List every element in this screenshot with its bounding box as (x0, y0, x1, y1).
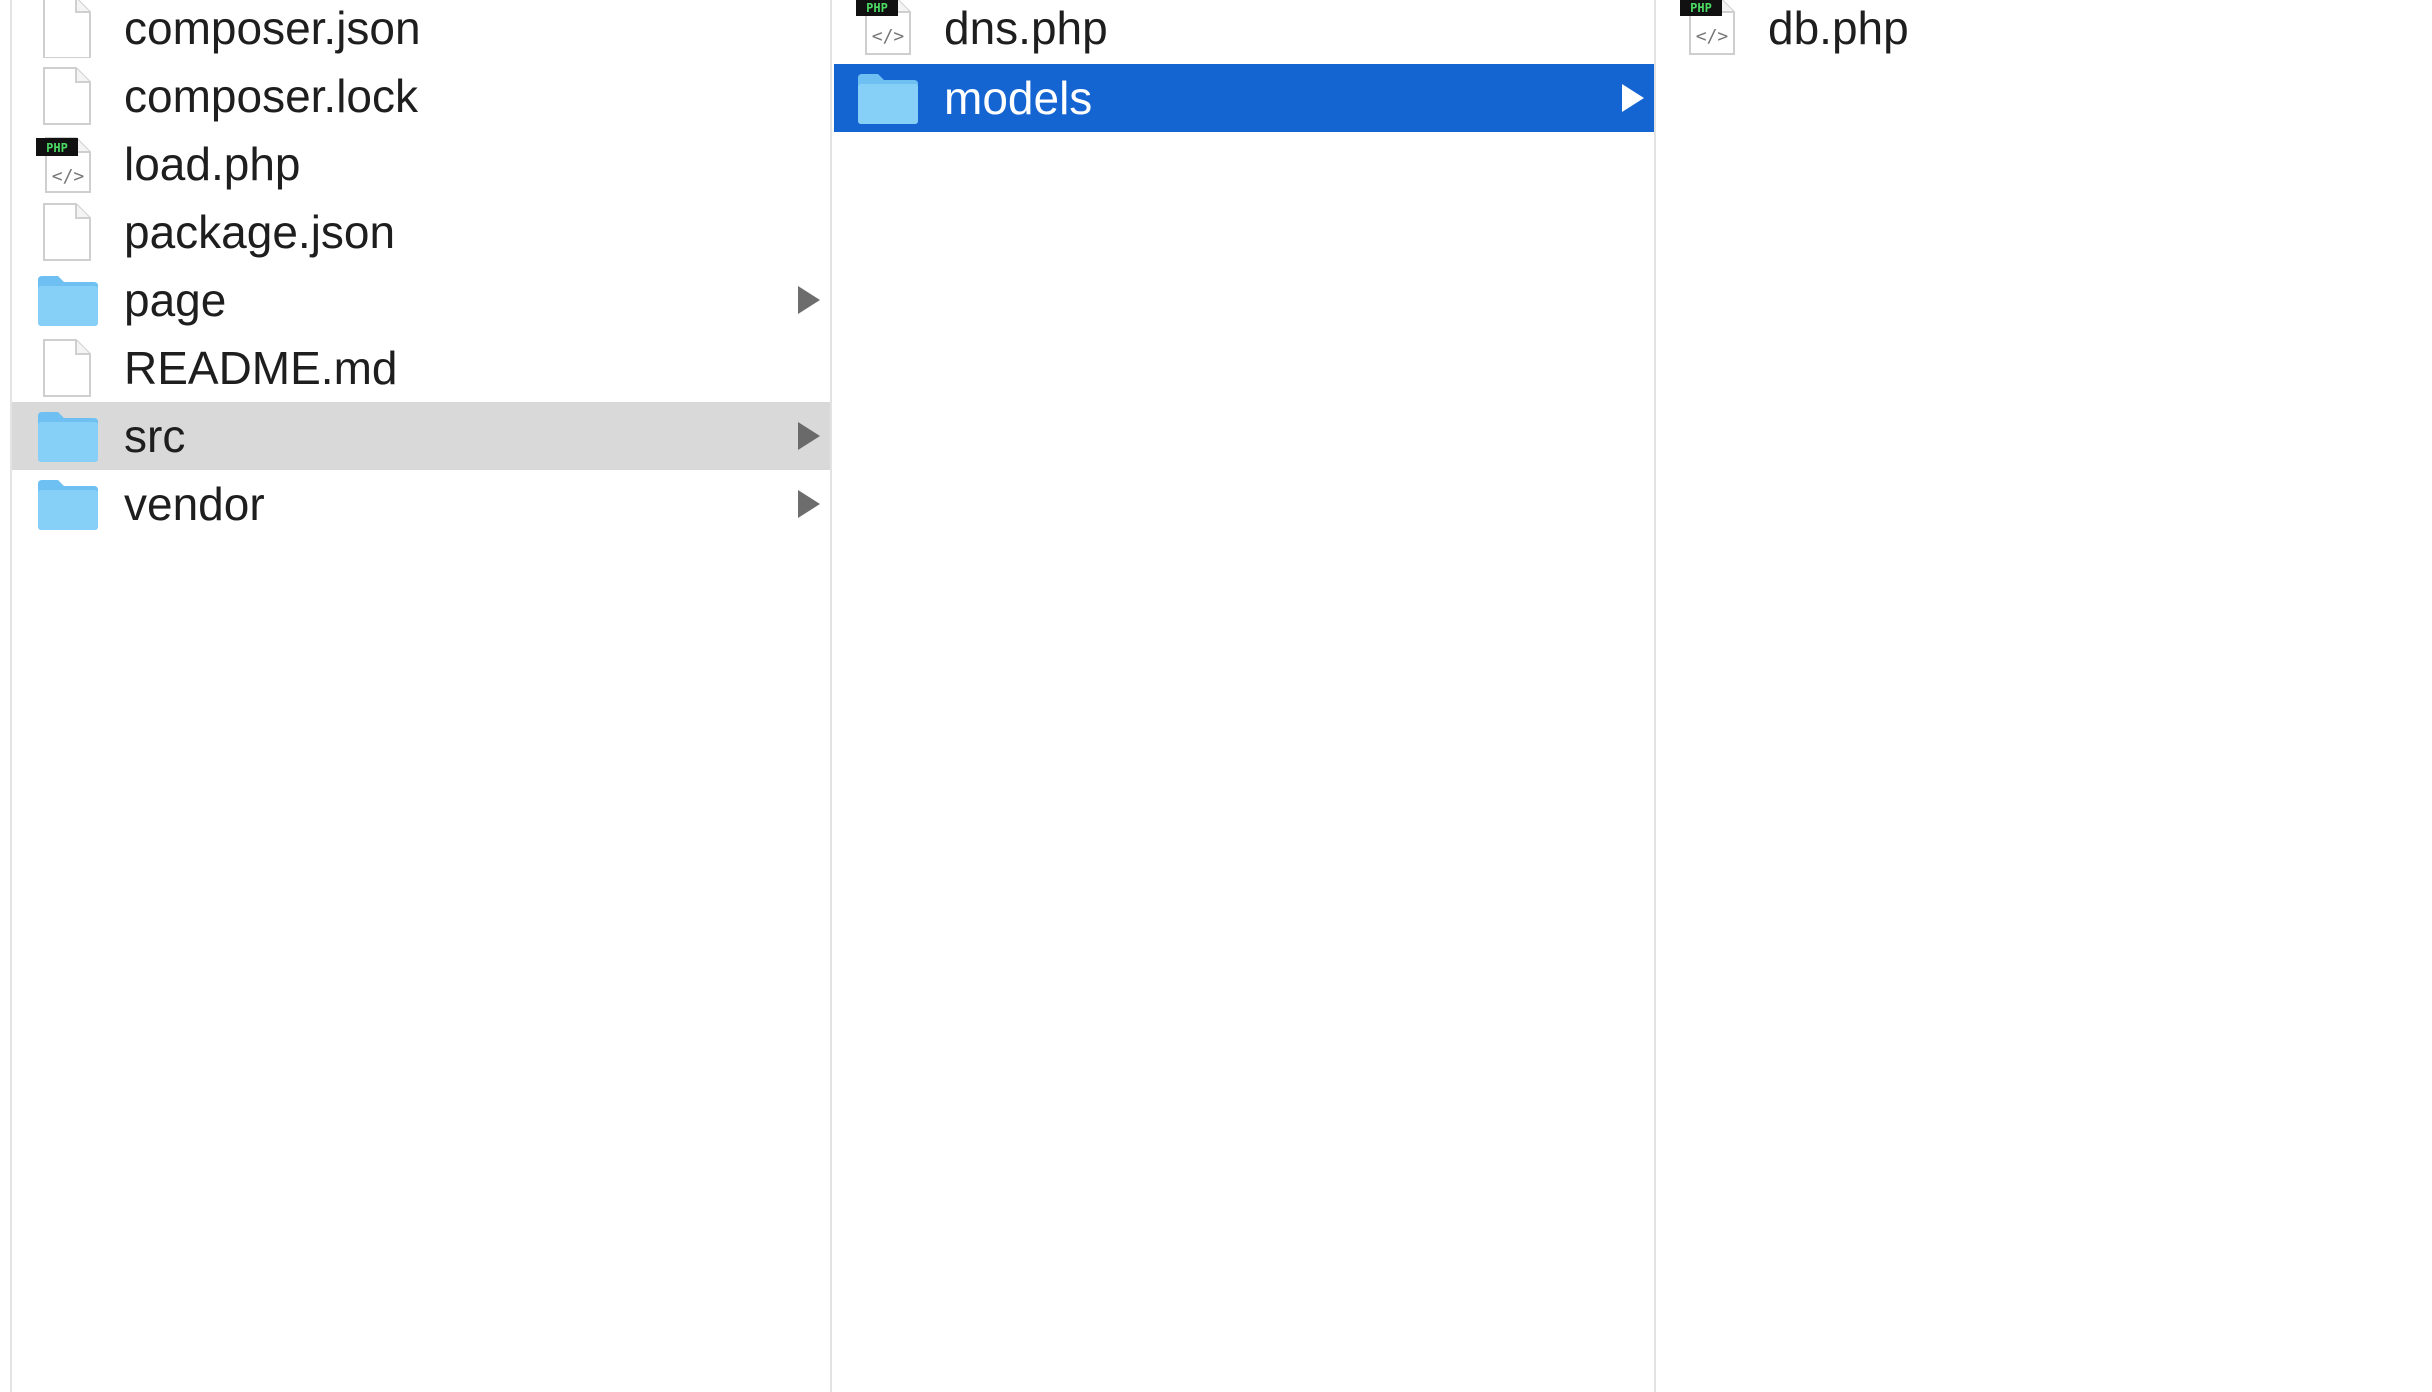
php-file-icon: PHP </> (36, 134, 100, 194)
svg-text:PHP: PHP (1690, 1, 1712, 15)
chevron-right-icon (798, 490, 820, 518)
svg-text:</>: </> (872, 26, 905, 47)
column-browser: composer.json composer.lock PHP </> load.… (0, 0, 2432, 1392)
list-item-label: package.json (124, 206, 396, 258)
list-item-label: vendor (124, 478, 265, 530)
list-item-label: models (944, 72, 1093, 124)
list-item-label: src (124, 410, 186, 462)
svg-text:</>: </> (52, 166, 85, 187)
folder-icon (36, 270, 100, 330)
list-item-label: load.php (124, 138, 301, 190)
list-item-label: db.php (1768, 2, 1909, 54)
php-file-icon: PHP </> (856, 0, 920, 58)
column-1[interactable]: composer.json composer.lock PHP </> load.… (12, 0, 832, 1392)
chevron-right-icon (798, 422, 820, 450)
php-file-icon: PHP </> (1680, 0, 1744, 58)
list-item-package-json[interactable]: package.json (12, 198, 830, 266)
list-item-readme-md[interactable]: README.md (12, 334, 830, 402)
svg-text:PHP: PHP (46, 141, 68, 155)
list-item-composer-json[interactable]: composer.json (12, 0, 830, 62)
list-item-label: README.md (124, 342, 398, 394)
folder-icon (36, 406, 100, 466)
list-item-dns-php[interactable]: PHP </> dns.php (834, 0, 1654, 62)
document-icon (36, 66, 100, 126)
document-icon (36, 202, 100, 262)
list-item-label: page (124, 274, 227, 326)
chevron-right-icon (798, 286, 820, 314)
list-item-page[interactable]: page (12, 266, 830, 334)
chevron-right-icon (1622, 84, 1644, 112)
list-item-label: dns.php (944, 2, 1108, 54)
list-item-load-php[interactable]: PHP </> load.php (12, 130, 830, 198)
list-item-models[interactable]: models (834, 64, 1654, 132)
window-left-edge (0, 0, 12, 1392)
folder-icon (36, 474, 100, 534)
folder-icon (856, 68, 920, 128)
column-2[interactable]: PHP </> dns.php models (834, 0, 1656, 1392)
list-item-vendor[interactable]: vendor (12, 470, 830, 538)
list-item-composer-lock[interactable]: composer.lock (12, 62, 830, 130)
document-icon (36, 0, 100, 58)
list-item-db-php[interactable]: PHP </> db.php (1658, 0, 2432, 62)
svg-text:</>: </> (1696, 26, 1729, 47)
list-item-label: composer.json (124, 2, 421, 54)
list-item-label: composer.lock (124, 70, 419, 122)
document-icon (36, 338, 100, 398)
list-item-src[interactable]: src (12, 402, 830, 470)
column-3[interactable]: PHP </> db.php (1658, 0, 2432, 1392)
svg-text:PHP: PHP (866, 1, 888, 15)
